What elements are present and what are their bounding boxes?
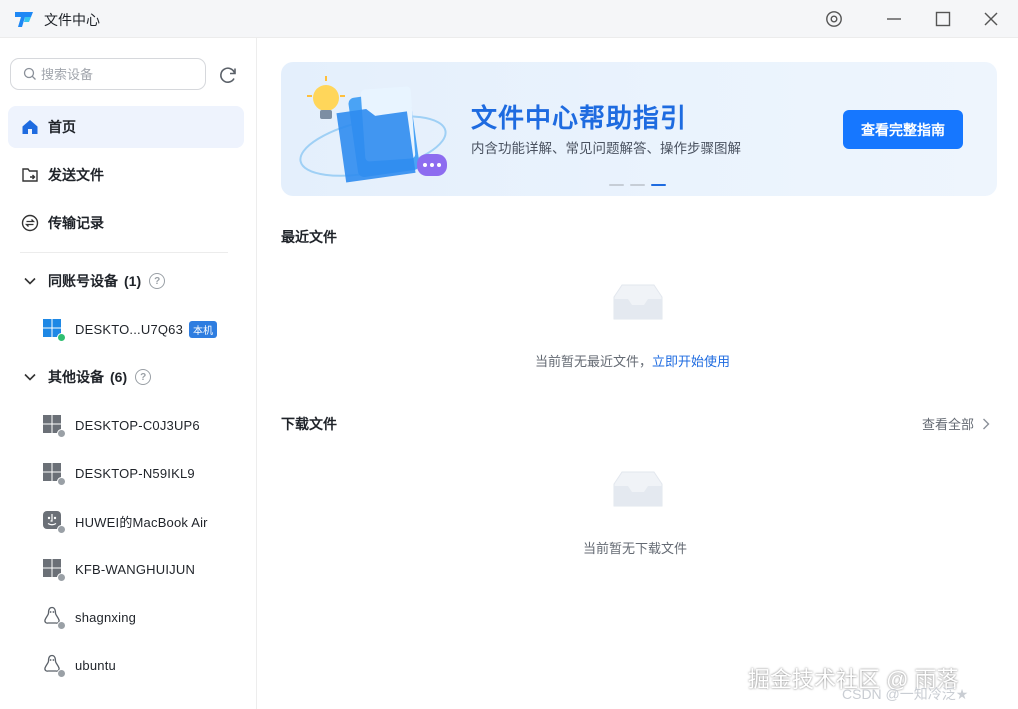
device-item-kfb-wanghuijun[interactable]: KFB-WANGHUIJUN (42, 555, 195, 583)
maximize-button[interactable] (929, 6, 957, 32)
recent-files-title: 最近文件 (281, 229, 337, 245)
chevron-down-icon (22, 273, 38, 289)
device-item-desktop-u7q63[interactable]: DESKTO...U7Q63 本机 (42, 315, 218, 343)
device-item-shagnxing[interactable]: shagnxing (42, 603, 136, 631)
windows-icon (42, 414, 66, 438)
nav-item-home[interactable]: 首页 (8, 106, 244, 148)
refresh-icon[interactable] (217, 64, 239, 86)
device-name: KFB-WANGHUIJUN (75, 561, 196, 577)
device-name: DESKTO...U7Q63 (75, 321, 184, 337)
device-name: DESKTOP-C0J3UP6 (75, 417, 200, 433)
device-name: ubuntu (75, 657, 116, 673)
offline-status-dot (57, 477, 66, 486)
recent-empty-message: 当前暂无最近文件，立即开始使用 (535, 351, 730, 370)
carousel-dot-active[interactable] (651, 184, 666, 186)
search-icon (23, 67, 36, 80)
group-label: 同账号设备 (48, 273, 118, 289)
view-all-label: 查看全部 (922, 417, 975, 432)
carousel-dot[interactable] (630, 184, 645, 186)
device-item-ubuntu[interactable]: ubuntu (42, 651, 116, 679)
device-name: shagnxing (75, 609, 137, 625)
transfer-record-icon (20, 213, 40, 233)
app-logo-icon (15, 12, 33, 27)
maximize-icon (935, 11, 951, 27)
nav-label-transfer-record: 传输记录 (48, 215, 104, 231)
search-input[interactable] (41, 64, 199, 84)
watermark-csdn: CSDN @一知冷泛★ (842, 686, 969, 702)
group-same-account[interactable]: 同账号设备 (1) ? (22, 269, 166, 293)
window-title: 文件中心 (44, 12, 100, 28)
nav-item-send-file[interactable]: 发送文件 (8, 154, 244, 196)
close-icon (984, 12, 998, 26)
close-button[interactable] (977, 6, 1005, 32)
sidebar-divider (20, 252, 228, 253)
send-file-icon (20, 165, 40, 185)
windows-icon (42, 318, 66, 342)
linux-icon (42, 606, 66, 630)
group-count: (6) (110, 369, 128, 385)
offline-status-dot (57, 669, 66, 678)
offline-status-dot (57, 621, 66, 630)
empty-tray-icon (613, 284, 663, 320)
nav-label-home: 首页 (48, 119, 76, 135)
mac-icon (42, 510, 66, 534)
device-item-desktop-n59ikl9[interactable]: DESKTOP-N59IKL9 (42, 459, 195, 487)
minimize-button[interactable] (880, 6, 908, 32)
settings-icon (826, 11, 842, 27)
carousel-indicator (609, 184, 666, 186)
help-banner: 文件中心帮助指引 内含功能详解、常见问题解答、操作步骤图解 查看完整指南 (281, 62, 997, 196)
settings-button[interactable] (820, 6, 848, 32)
download-files-title: 下载文件 (281, 416, 337, 432)
offline-status-dot (57, 429, 66, 438)
start-using-link[interactable]: 立即开始使用 (652, 354, 730, 369)
device-item-desktop-c0j3up6[interactable]: DESKTOP-C0J3UP6 (42, 411, 200, 439)
nav-item-transfer-record[interactable]: 传输记录 (8, 202, 244, 244)
group-label: 其他设备 (48, 369, 104, 385)
device-item-macbook-air[interactable]: HUWEI的MacBook Air (42, 507, 208, 535)
minimize-icon (887, 18, 901, 20)
view-all-link[interactable]: 查看全部 (922, 414, 990, 433)
home-icon (20, 117, 40, 137)
chevron-down-icon (22, 369, 38, 385)
help-icon[interactable]: ? (135, 369, 152, 385)
chevron-right-icon (983, 418, 990, 429)
windows-icon (42, 462, 66, 486)
group-count: (1) (124, 273, 142, 289)
main-content: 文件中心帮助指引 内含功能详解、常见问题解答、操作步骤图解 查看完整指南 最近文… (258, 38, 1018, 709)
nav-label-send-file: 发送文件 (48, 167, 104, 183)
empty-tray-icon (613, 471, 663, 507)
help-icon[interactable]: ? (149, 273, 166, 289)
group-other-devices[interactable]: 其他设备 (6) ? (22, 365, 152, 389)
banner-title: 文件中心帮助指引 (471, 103, 688, 133)
device-name: HUWEI的MacBook Air (75, 514, 208, 530)
offline-status-dot (57, 525, 66, 534)
banner-subtitle: 内含功能详解、常见问题解答、操作步骤图解 (471, 141, 741, 156)
recent-empty-text: 当前暂无最近文件， (535, 354, 653, 369)
download-empty-message: 当前暂无下载文件 (583, 541, 688, 556)
offline-status-dot (57, 573, 66, 582)
folder-illustration-icon (299, 76, 447, 183)
windows-icon (42, 558, 66, 582)
device-name: DESKTOP-N59IKL9 (75, 465, 195, 481)
device-search[interactable] (10, 58, 206, 90)
title-bar: 文件中心 (0, 0, 1018, 38)
view-full-guide-button[interactable]: 查看完整指南 (843, 110, 963, 149)
online-status-dot (57, 333, 66, 342)
sidebar: 首页 发送文件 传输记录 同账号设备 (1) ? (0, 38, 257, 709)
carousel-dot[interactable] (609, 184, 624, 186)
this-device-badge: 本机 (189, 320, 218, 338)
linux-icon (42, 654, 66, 678)
